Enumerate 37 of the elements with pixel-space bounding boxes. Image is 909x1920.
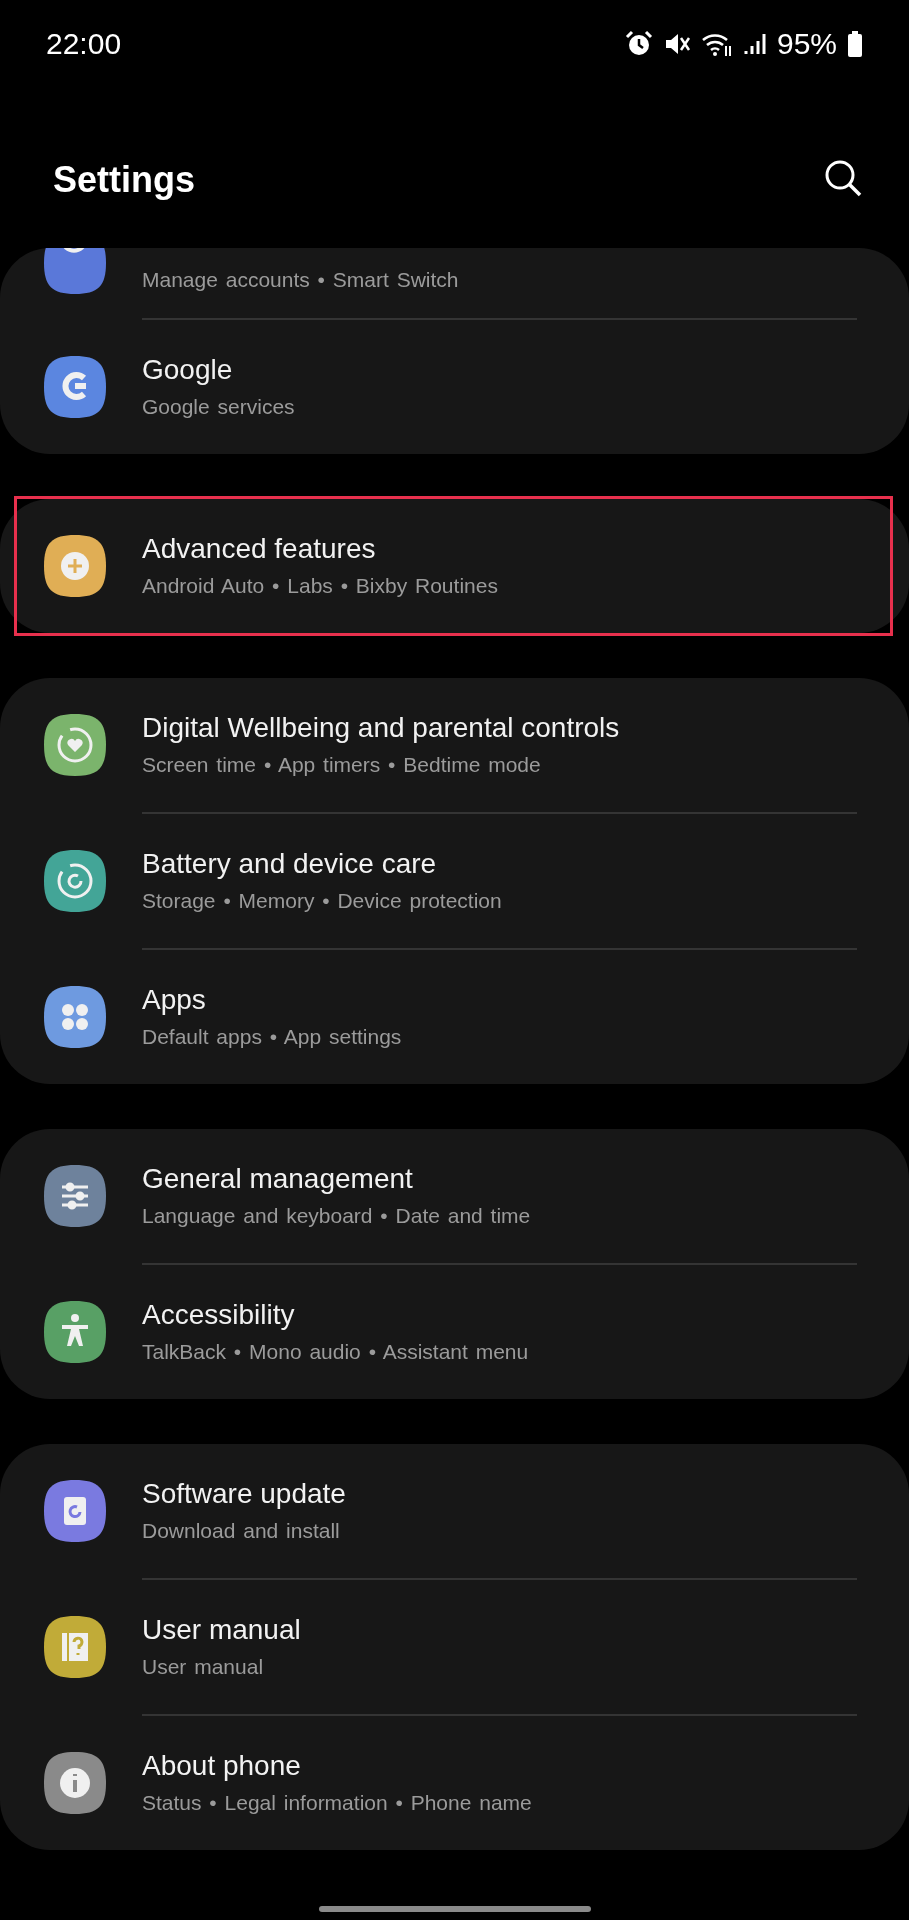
setting-subtitle: Storage • Memory • Device protection: [142, 888, 502, 914]
person-icon: [44, 1301, 106, 1363]
setting-subtitle: Manage accounts • Smart Switch: [142, 267, 459, 293]
refresh-ring-icon: [44, 850, 106, 912]
setting-subtitle: User manual: [142, 1654, 265, 1680]
battery-icon: [847, 30, 863, 58]
setting-title[interactable]: Software update: [142, 1477, 346, 1511]
setting-title[interactable]: User manual: [142, 1613, 301, 1647]
page-title: Settings: [53, 160, 195, 200]
setting-title[interactable]: Google: [142, 353, 295, 387]
setting-subtitle: TalkBack • Mono audio • Assistant menu: [142, 1339, 529, 1365]
setting-title[interactable]: General management: [142, 1162, 531, 1196]
setting-subtitle: Android Auto • Labs • Bixby Routines: [142, 573, 498, 599]
setting-title[interactable]: Advanced features: [142, 532, 498, 566]
google-g-icon: [44, 356, 106, 418]
update-icon: [44, 1480, 106, 1542]
setting-subtitle: Language and keyboard • Date and time: [142, 1203, 531, 1229]
setting-subtitle: Download and install: [142, 1518, 341, 1544]
help-book-icon: [44, 1616, 106, 1678]
setting-title[interactable]: Digital Wellbeing and parental controls: [142, 711, 620, 745]
gear-plus-icon: [44, 535, 106, 597]
setting-subtitle: Google services: [142, 394, 295, 420]
info-icon: [44, 1752, 106, 1814]
setting-subtitle: Status • Legal information • Phone name: [142, 1790, 532, 1816]
four-dots-icon: [44, 986, 106, 1048]
setting-title[interactable]: Battery and device care: [142, 847, 502, 881]
setting-subtitle: Default apps • App settings: [142, 1024, 402, 1050]
battery-percent: 95%: [776, 27, 837, 61]
alarm-icon: [624, 30, 653, 58]
setting-title[interactable]: Apps: [142, 983, 402, 1017]
search-button[interactable]: [823, 158, 863, 198]
clock-time: 22:00: [46, 27, 122, 61]
sliders-icon: [44, 1165, 106, 1227]
setting-subtitle: Screen time • App timers • Bedtime mode: [142, 752, 542, 778]
setting-title[interactable]: About phone: [142, 1749, 532, 1783]
heart-ring-icon: [44, 714, 106, 776]
setting-title[interactable]: Accessibility: [142, 1298, 529, 1332]
